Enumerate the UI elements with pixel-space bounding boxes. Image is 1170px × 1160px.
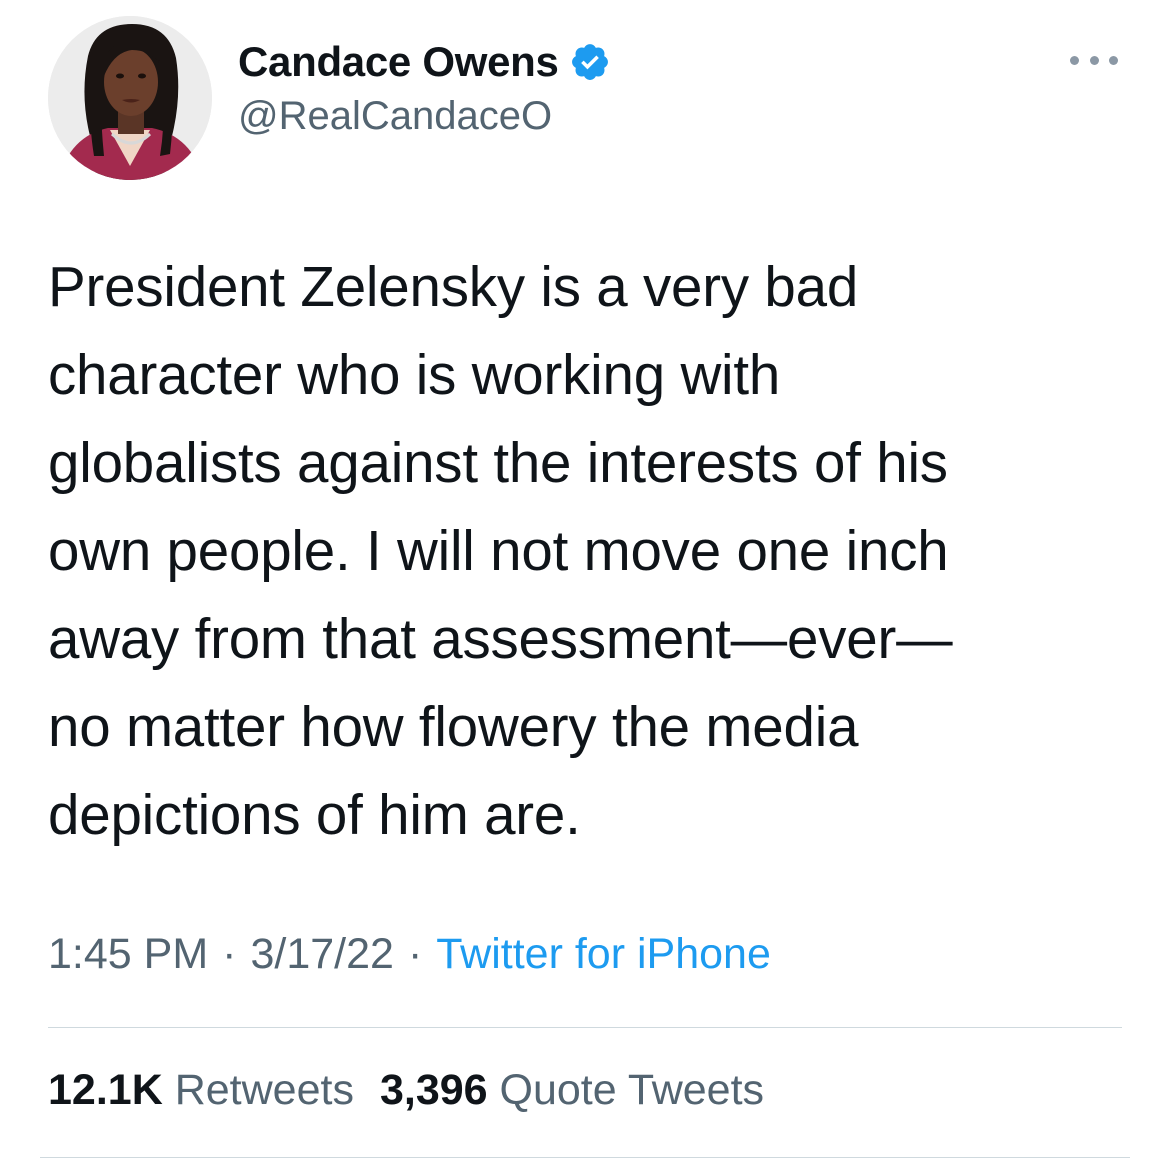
author-block: Candace Owens @RealCandaceO: [238, 38, 611, 139]
verified-badge-icon: [569, 41, 611, 83]
quote-tweets-count: 3,396: [379, 1066, 488, 1114]
more-horizontal-icon[interactable]: [1070, 50, 1118, 70]
tweet-text: President Zelensky is a very bad charact…: [48, 243, 1138, 859]
more-dot: [1070, 55, 1079, 65]
tweet-text-line: character who is working with: [48, 343, 781, 406]
meta-separator: ·: [222, 930, 237, 978]
retweets-count: 12.1K: [48, 1066, 163, 1114]
tweet-source-link[interactable]: Twitter for iPhone: [436, 930, 771, 978]
tweet-text-line: globalists against the interests of his: [48, 431, 948, 494]
display-name[interactable]: Candace Owens: [238, 38, 559, 86]
tweet-meta: 1:45 PM · 3/17/22 · Twitter for iPhone: [48, 930, 771, 979]
quote-tweets-stat[interactable]: 3,396 Quote Tweets: [380, 1066, 764, 1114]
name-row: Candace Owens: [238, 38, 611, 86]
divider: [48, 1027, 1122, 1028]
tweet-text-line: President Zelensky is a very bad: [48, 255, 859, 318]
more-dot: [1109, 55, 1118, 65]
divider: [40, 1157, 1130, 1158]
avatar[interactable]: [48, 16, 212, 180]
tweet-text-line: own people. I will not move one inch: [48, 519, 949, 582]
tweet-text-line: depictions of him are.: [48, 783, 581, 846]
quote-tweets-label: Quote Tweets: [499, 1066, 765, 1114]
more-dot: [1089, 55, 1099, 65]
handle[interactable]: @RealCandaceO: [238, 94, 611, 139]
tweet-card: Candace Owens @RealCandaceO President Ze…: [0, 0, 1170, 1160]
retweets-stat[interactable]: 12.1K Retweets: [48, 1066, 354, 1114]
avatar-portrait: [48, 16, 212, 180]
tweet-time[interactable]: 1:45 PM: [48, 930, 208, 978]
retweets-label: Retweets: [174, 1066, 354, 1114]
tweet-date[interactable]: 3/17/22: [250, 930, 393, 978]
tweet-stats: 12.1K Retweets 3,396 Quote Tweets: [48, 1066, 764, 1115]
tweet-text-line: no matter how flowery the media: [48, 695, 859, 758]
meta-separator: ·: [407, 930, 423, 978]
tweet-text-line: away from that assessment—ever—: [48, 607, 953, 670]
